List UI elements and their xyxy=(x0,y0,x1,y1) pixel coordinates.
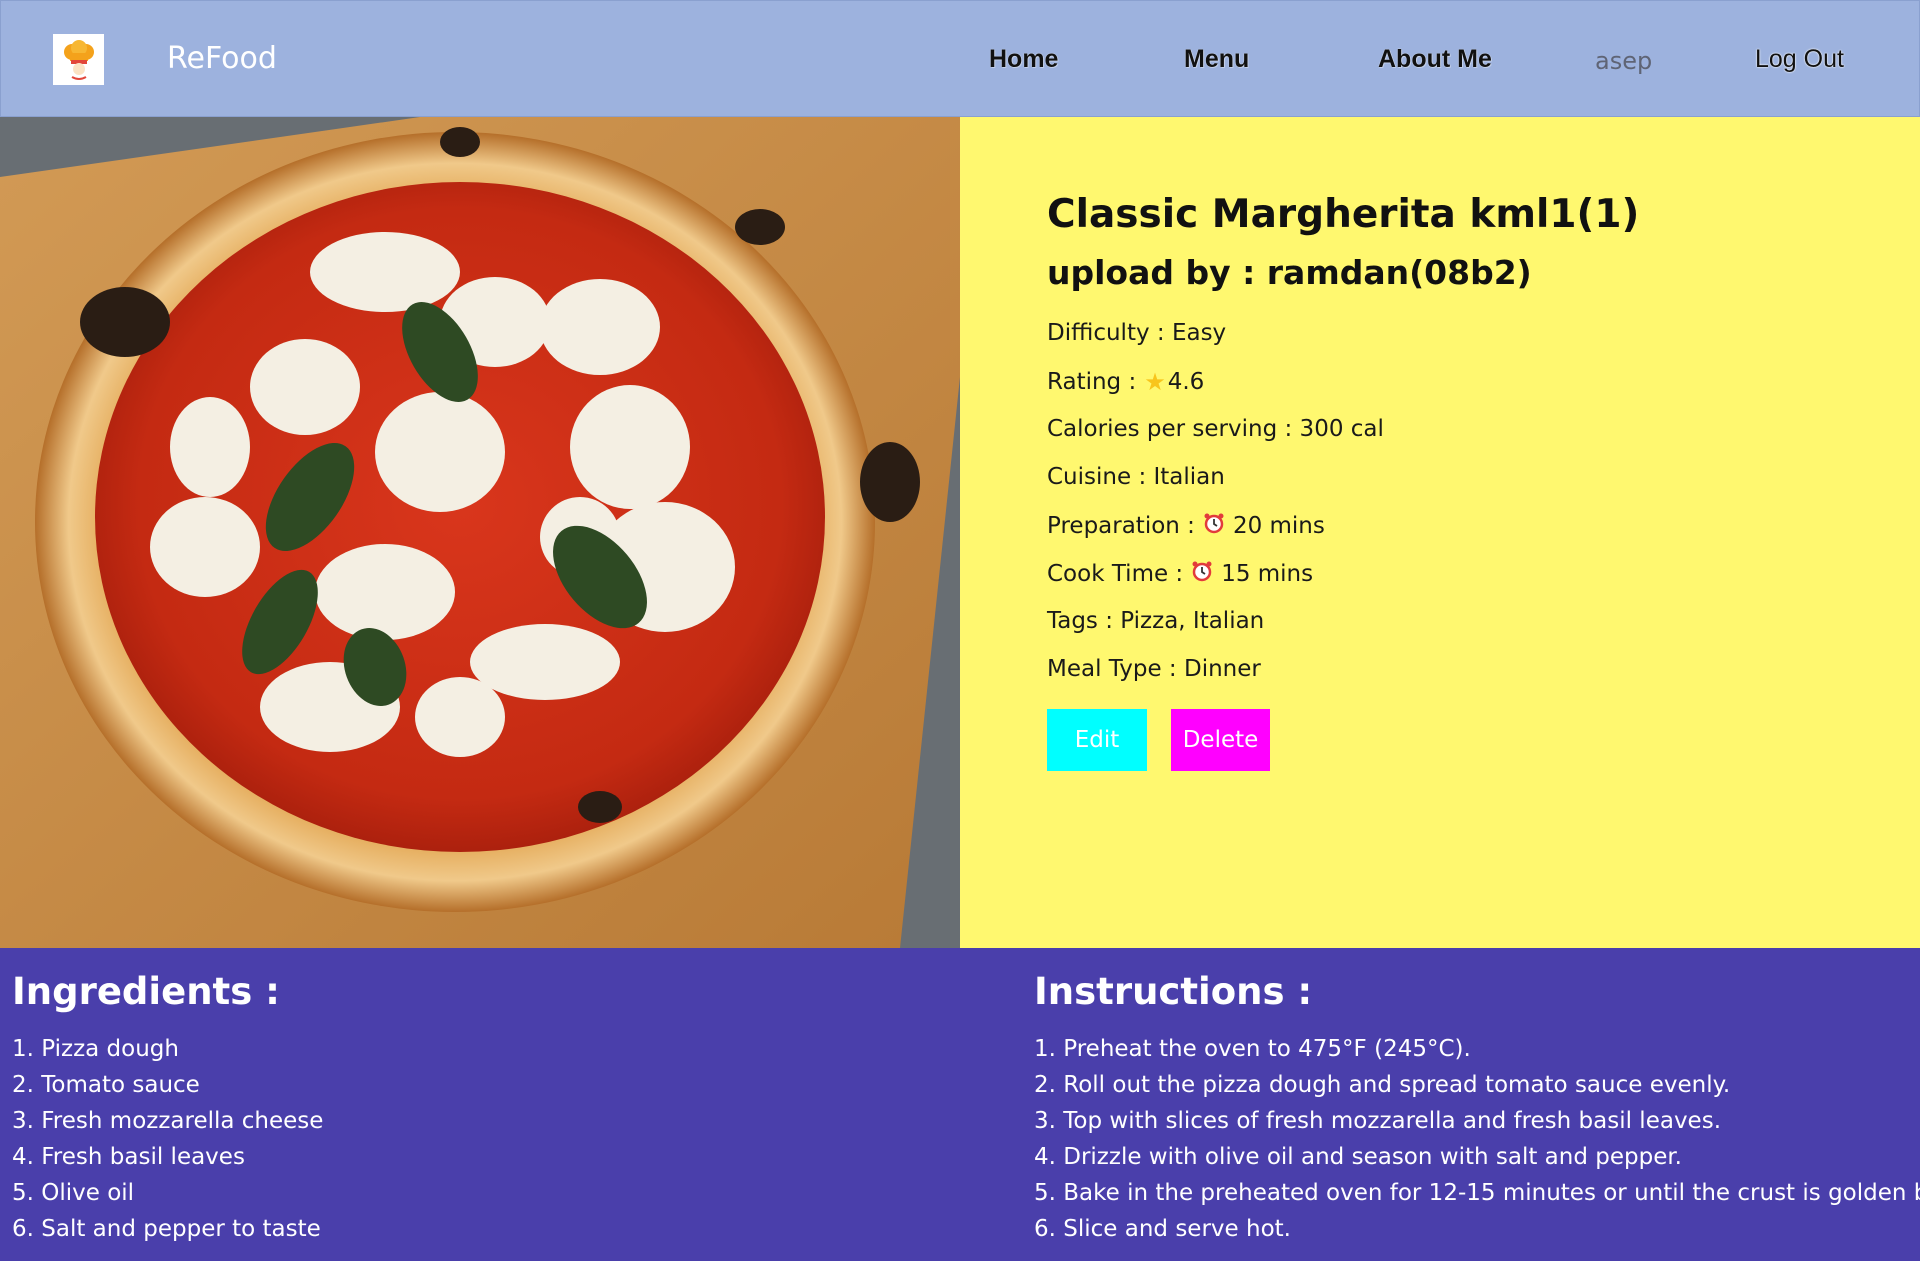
list-item: 1. Preheat the oven to 475°F (245°C). xyxy=(1034,1036,1471,1062)
list-item: 3. Top with slices of fresh mozzarella a… xyxy=(1034,1108,1722,1134)
difficulty-row: Difficulty : Easy xyxy=(1047,320,1226,346)
list-item: 2. Roll out the pizza dough and spread t… xyxy=(1034,1072,1731,1098)
alarm-clock-icon xyxy=(1191,560,1213,588)
star-icon: ★ xyxy=(1144,368,1166,396)
logo[interactable] xyxy=(53,34,104,85)
cuisine-row: Cuisine : Italian xyxy=(1047,464,1225,490)
list-item: 5. Bake in the preheated oven for 12-15 … xyxy=(1034,1180,1920,1206)
list-item: 4. Fresh basil leaves xyxy=(12,1144,245,1170)
nav-menu-link[interactable]: Menu xyxy=(1184,45,1249,74)
recipe-details: Classic Margherita kml1(1) upload by : r… xyxy=(960,117,1920,948)
list-item: 5. Olive oil xyxy=(12,1180,135,1206)
calories-row: Calories per serving : 300 cal xyxy=(1047,416,1384,442)
username-label: asep xyxy=(1595,47,1653,75)
rating-row: Rating : ★ 4.6 xyxy=(1047,368,1204,396)
recipe-image xyxy=(0,117,960,948)
tags-row: Tags : Pizza, Italian xyxy=(1047,608,1264,634)
list-item: 3. Fresh mozzarella cheese xyxy=(12,1108,324,1134)
recipe-uploader: upload by : ramdan(08b2) xyxy=(1047,253,1532,292)
difficulty-text: Difficulty : Easy xyxy=(1047,320,1227,346)
tags-text: Tags : Pizza, Italian xyxy=(1047,608,1265,634)
pizza-image xyxy=(0,117,960,948)
brand-name[interactable]: ReFood xyxy=(167,41,277,76)
recipe-title: Classic Margherita kml1(1) xyxy=(1047,192,1640,237)
instructions-heading: Instructions : xyxy=(1034,970,1313,1013)
rating-value: 4.6 xyxy=(1167,369,1205,395)
instructions-section: Instructions : 1. Preheat the oven to 47… xyxy=(1034,948,1920,1247)
meal-type-text: Meal Type : Dinner xyxy=(1047,656,1261,682)
logout-link[interactable]: Log Out xyxy=(1755,45,1844,74)
nav-home-link[interactable]: Home xyxy=(989,45,1058,74)
preparation-row: Preparation : 20 mins xyxy=(1047,512,1325,540)
list-item: 2. Tomato sauce xyxy=(12,1072,200,1098)
list-item: 4. Drizzle with olive oil and season wit… xyxy=(1034,1144,1682,1170)
rating-label: Rating : xyxy=(1047,369,1137,395)
cuisine-text: Cuisine : Italian xyxy=(1047,464,1225,490)
nav-about-link[interactable]: About Me xyxy=(1378,45,1492,74)
calories-text: Calories per serving : 300 cal xyxy=(1047,416,1384,442)
list-item: 1. Pizza dough xyxy=(12,1036,179,1062)
edit-button[interactable]: Edit xyxy=(1047,709,1147,771)
chef-hat-icon xyxy=(63,39,94,80)
instructions-list: 1. Preheat the oven to 475°F (245°C). 2.… xyxy=(1034,1031,1920,1247)
alarm-clock-icon xyxy=(1203,512,1225,540)
navbar: ReFood Home Menu About Me asep Log Out xyxy=(0,0,1920,117)
list-item: 6. Salt and pepper to taste xyxy=(12,1216,321,1242)
preparation-value: 20 mins xyxy=(1232,513,1325,539)
ingredients-section: Ingredients : 1. Pizza dough 2. Tomato s… xyxy=(12,948,323,1247)
cook-time-row: Cook Time : 15 mins xyxy=(1047,560,1313,588)
delete-button[interactable]: Delete xyxy=(1171,709,1270,771)
preparation-label: Preparation : xyxy=(1047,513,1195,539)
cook-time-label: Cook Time : xyxy=(1047,561,1184,587)
ingredients-heading: Ingredients : xyxy=(12,970,280,1013)
list-item: 6. Slice and serve hot. xyxy=(1034,1216,1291,1242)
ingredients-list: 1. Pizza dough 2. Tomato sauce 3. Fresh … xyxy=(12,1031,323,1247)
recipe-content: Ingredients : 1. Pizza dough 2. Tomato s… xyxy=(0,948,1920,1261)
meal-type-row: Meal Type : Dinner xyxy=(1047,656,1261,682)
cook-time-value: 15 mins xyxy=(1221,561,1314,587)
